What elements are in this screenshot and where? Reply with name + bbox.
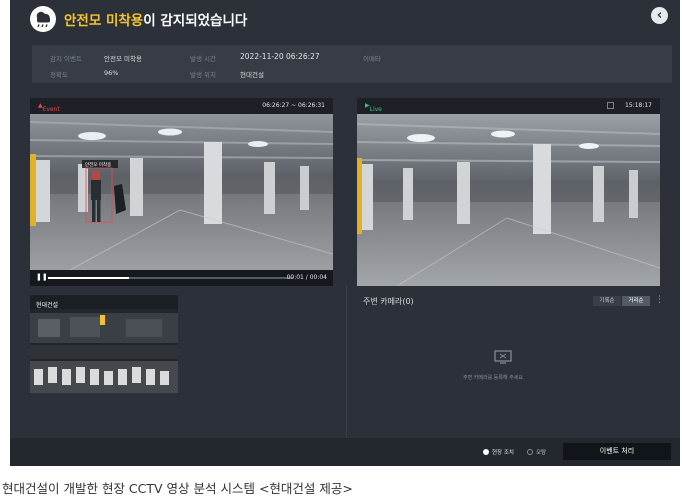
location-value: 현대건설 xyxy=(240,71,264,79)
close-button[interactable]: ‹ xyxy=(651,7,668,24)
live-clock: 15:18:17 xyxy=(625,102,652,109)
back-chevron-icon: ‹ xyxy=(656,8,663,23)
memo-label: 이메타 xyxy=(363,55,381,63)
live-badge: ▶ Live xyxy=(365,102,382,113)
action-bar: 현장 조치 오탐 이벤트 처리 xyxy=(10,438,680,466)
site-thumbnail-image xyxy=(30,309,178,393)
person-tag: 안전모 미착용 xyxy=(85,161,111,168)
process-event-button[interactable]: 이벤트 처리 xyxy=(563,443,671,460)
event-badge: ▲ Event xyxy=(38,102,60,113)
time-label: 발생 시간 xyxy=(190,55,216,63)
event-type-value: 안전모 미착용 xyxy=(104,55,142,63)
time-value: 2022-11-20 06:26:27 xyxy=(240,52,320,61)
site-thumbnail[interactable]: 현대건설 xyxy=(30,295,178,393)
event-video-panel[interactable]: ▲ Event 06:26:27 ~ 06:26:31 안전모 미착용 ❚❚ 0… xyxy=(30,98,333,286)
radio-onsite-action[interactable] xyxy=(483,449,489,455)
dialog-header: 안전모 미착용이 감지되었습니다 ‹ xyxy=(10,0,680,36)
accuracy-label: 정확도 xyxy=(50,71,68,79)
event-badge-text: Event xyxy=(42,106,60,113)
radio-onsite-label: 현장 조치 xyxy=(492,450,514,456)
playback-seekbar[interactable] xyxy=(48,277,293,279)
event-time-range: 06:26:27 ~ 06:26:31 xyxy=(262,102,325,109)
title-rest: 이 감지되었습니다 xyxy=(143,13,248,29)
radio-false-detection[interactable] xyxy=(527,449,533,455)
live-video-header: ▶ Live 15:18:17 xyxy=(357,98,660,114)
title-highlight: 안전모 미착용 xyxy=(64,13,144,29)
live-video-panel[interactable]: ▶ Live 15:18:17 xyxy=(357,98,660,286)
more-options-icon[interactable]: ⋮ xyxy=(655,295,664,305)
event-camera-frame: 안전모 미착용 xyxy=(30,114,333,270)
event-video-header: ▲ Event 06:26:27 ~ 06:26:31 xyxy=(30,98,333,114)
tab-distance-order[interactable]: 거리순 xyxy=(622,296,650,306)
tab-record-order[interactable]: 기록순 xyxy=(593,296,621,306)
detection-dialog: 안전모 미착용이 감지되었습니다 ‹ 감지 이벤트 안전모 미착용 정확도 96… xyxy=(10,0,680,466)
column-divider xyxy=(346,286,347,438)
pause-icon[interactable]: ❚❚ xyxy=(36,273,48,281)
radio-false-label: 오탐 xyxy=(536,450,547,456)
playback-time: 00:01 / 00:04 xyxy=(286,274,327,281)
dialog-title: 안전모 미착용이 감지되었습니다 xyxy=(64,9,247,29)
nearby-cameras-title: 주변 카메라(0) xyxy=(363,297,414,306)
nearby-empty-message: 주변 카메라를 등록해 주세요. xyxy=(463,375,525,381)
playback-controls: ❚❚ 00:01 / 00:04 xyxy=(30,270,333,286)
event-type-label: 감지 이벤트 xyxy=(50,55,82,63)
live-camera-frame xyxy=(357,114,660,286)
fullscreen-icon[interactable] xyxy=(607,102,614,109)
thumbnail-label: 현대건설 xyxy=(36,302,59,309)
event-info-bar: 감지 이벤트 안전모 미착용 정확도 96% 발생 시간 2022-11-20 … xyxy=(32,45,672,83)
playback-seek-fill xyxy=(48,277,129,279)
live-badge-text: Live xyxy=(369,106,382,113)
accuracy-value: 96% xyxy=(104,69,119,77)
photo-caption: 현대건설이 개발한 현장 CCTV 영상 분석 시스템 <현대건설 제공> xyxy=(2,481,353,496)
location-label: 발생 위치 xyxy=(190,71,216,79)
weather-cloud-icon xyxy=(30,6,56,32)
camera-screen-icon xyxy=(494,350,512,364)
